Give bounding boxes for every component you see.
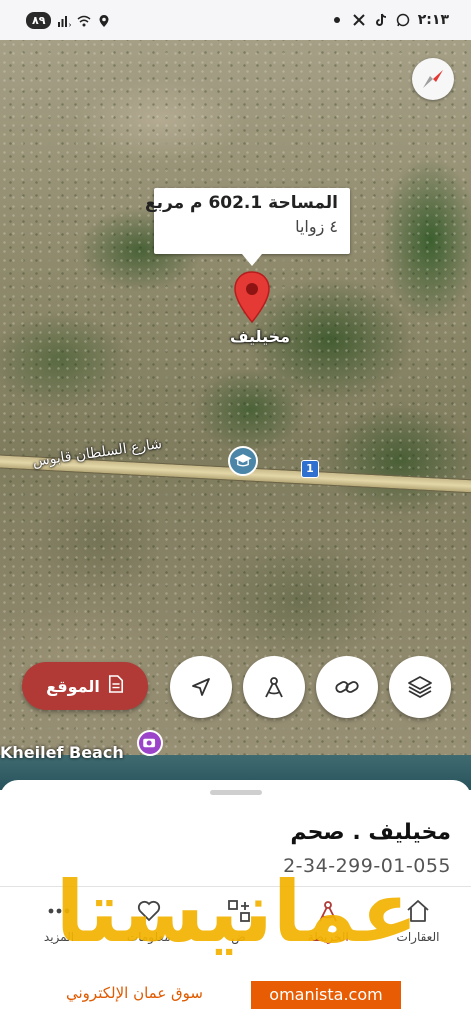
- divider: [0, 886, 471, 887]
- route-shield: 1: [301, 460, 319, 478]
- status-bar: ٨٩ × ٢:١٣: [0, 0, 471, 40]
- navigate-icon: [192, 678, 210, 696]
- map-marker-icon[interactable]: [232, 270, 272, 324]
- nav-map[interactable]: الخريطة: [293, 890, 363, 960]
- home-icon: [407, 900, 429, 922]
- location-button[interactable]: الموقع: [22, 662, 148, 710]
- corners-count-text: ٤ زوايا: [295, 217, 338, 236]
- whatsapp-icon: [396, 13, 410, 27]
- measure-icon: [265, 677, 283, 698]
- link-button[interactable]: [316, 656, 378, 718]
- add-icon: [227, 900, 250, 922]
- location-button-label: الموقع: [46, 676, 100, 696]
- wifi-icon: [77, 13, 91, 27]
- plot-number: 2-34-299-01-055: [283, 855, 451, 877]
- place-label: مخيليف: [229, 327, 291, 346]
- signal-icon: ×: [57, 13, 73, 29]
- area-info-popup[interactable]: المساحة 602.1 م مربع ٤ زوايا: [145, 188, 350, 266]
- measure-button[interactable]: [243, 656, 305, 718]
- document-icon: [108, 675, 124, 697]
- location-icon: [97, 13, 111, 27]
- compass-icon: [423, 70, 443, 88]
- area-size-text: المساحة 602.1 م مربع: [145, 193, 338, 213]
- svg-text:×: ×: [68, 22, 71, 28]
- camera-pin-icon[interactable]: [137, 730, 163, 756]
- navigate-button[interactable]: [170, 656, 232, 718]
- link-icon: [335, 681, 359, 693]
- school-pin-icon[interactable]: [228, 446, 258, 476]
- sheet-drag-handle[interactable]: [210, 790, 262, 795]
- nav-map-label: الخريطة: [307, 930, 349, 944]
- nav-add[interactable]: ض: [204, 890, 274, 960]
- status-left: ٨٩ ×: [26, 11, 111, 29]
- dot-icon: [330, 13, 344, 27]
- clock: ٢:١٣: [417, 12, 449, 28]
- beach-label: Kheilef Beach: [0, 743, 124, 762]
- details-sheet[interactable]: مخيليف . صحم 2-34-299-01-055 المزيد معلو…: [0, 780, 471, 1024]
- compass-button[interactable]: [412, 58, 454, 100]
- nav-info-label: معلومات: [126, 930, 171, 944]
- layers-icon: [408, 676, 432, 699]
- nav-properties-label: العقارات: [396, 930, 440, 944]
- x-icon: [352, 13, 366, 27]
- tiktok-icon: [374, 13, 388, 27]
- more-icon: [48, 908, 70, 914]
- layers-button[interactable]: [389, 656, 451, 718]
- nav-info[interactable]: معلومات: [114, 890, 184, 960]
- nav-properties[interactable]: العقارات: [383, 890, 453, 960]
- battery-indicator: ٨٩: [26, 11, 52, 29]
- nav-add-label: ض: [231, 930, 246, 944]
- nav-more[interactable]: المزيد: [24, 890, 94, 960]
- nav-more-label: المزيد: [43, 930, 75, 944]
- bottom-nav: المزيد معلومات ض الخريطة العقارات: [0, 890, 471, 960]
- status-right: ٢:١٣: [330, 12, 449, 28]
- place-title: مخيليف . صحم: [290, 820, 451, 845]
- heart-icon: [137, 900, 160, 922]
- map-icon: [319, 901, 338, 922]
